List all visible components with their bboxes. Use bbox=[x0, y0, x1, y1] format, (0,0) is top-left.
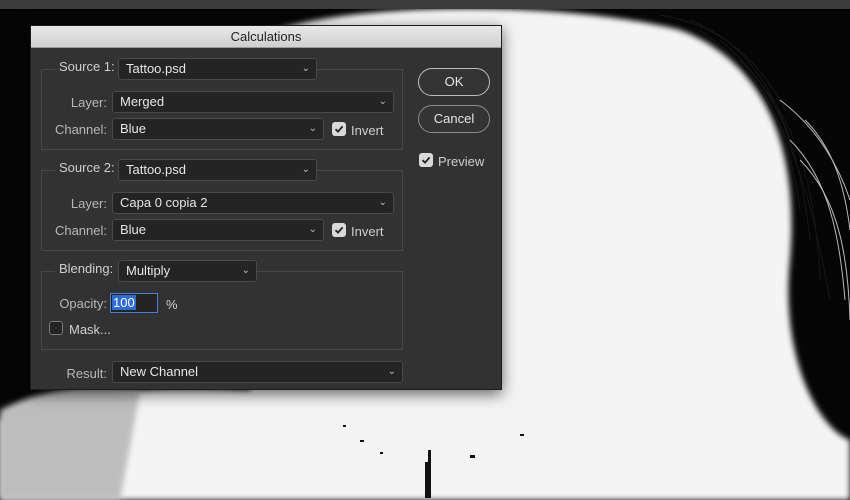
source2-layer-label: Layer: bbox=[70, 196, 107, 211]
source2-legend: Source 2: bbox=[55, 160, 119, 175]
source2-channel-value: Blue bbox=[120, 222, 147, 237]
source2-layer-select[interactable]: Capa 0 copia 2 ⌄ bbox=[112, 192, 394, 214]
source1-layer-label: Layer: bbox=[70, 95, 107, 110]
chevron-down-icon: ⌄ bbox=[301, 164, 310, 175]
chevron-down-icon: ⌄ bbox=[301, 63, 310, 74]
source1-channel-value: Blue bbox=[120, 121, 147, 136]
preview-label: Preview bbox=[438, 154, 485, 169]
checkmark-icon bbox=[334, 226, 344, 234]
source2-channel-select[interactable]: Blue ⌄ bbox=[112, 219, 324, 241]
result-label: Result: bbox=[66, 366, 107, 381]
source2-invert-label: Invert bbox=[351, 224, 384, 239]
source1-legend: Source 1: bbox=[55, 59, 119, 74]
ok-button[interactable]: OK bbox=[418, 68, 490, 96]
mask-checkbox[interactable] bbox=[49, 321, 63, 335]
calculations-dialog: Calculations Source 1: Tattoo.psd ⌄ Laye… bbox=[30, 25, 502, 390]
source1-select[interactable]: Tattoo.psd ⌄ bbox=[118, 58, 317, 80]
blending-label: Blending: bbox=[59, 261, 114, 276]
mask-label[interactable]: Mask... bbox=[69, 322, 111, 337]
source1-layer-select[interactable]: Merged ⌄ bbox=[112, 91, 394, 113]
opacity-value: 100 bbox=[112, 295, 136, 310]
blending-mode-select[interactable]: Multiply ⌄ bbox=[118, 260, 257, 282]
source1-label: Source 1: bbox=[59, 59, 115, 74]
source1-layer-value: Merged bbox=[120, 94, 165, 109]
chevron-down-icon: ⌄ bbox=[378, 96, 387, 107]
opacity-input[interactable]: 100 bbox=[110, 293, 158, 313]
source1-invert-label: Invert bbox=[351, 123, 384, 138]
source2-invert-checkbox[interactable] bbox=[332, 223, 346, 237]
source1-invert-checkbox[interactable] bbox=[332, 122, 346, 136]
opacity-label: Opacity: bbox=[59, 296, 107, 311]
checkmark-icon bbox=[421, 156, 431, 164]
chevron-down-icon: ⌄ bbox=[308, 224, 317, 235]
source1-channel-select[interactable]: Blue ⌄ bbox=[112, 118, 324, 140]
source2-value: Tattoo.psd bbox=[126, 162, 186, 177]
chevron-down-icon: ⌄ bbox=[378, 197, 387, 208]
result-value: New Channel bbox=[120, 364, 199, 379]
chevron-down-icon: ⌄ bbox=[387, 366, 396, 377]
source1-value: Tattoo.psd bbox=[126, 61, 186, 76]
source2-label: Source 2: bbox=[59, 160, 115, 175]
source2-channel-label: Channel: bbox=[54, 223, 107, 238]
source1-channel-label: Channel: bbox=[54, 122, 107, 137]
chevron-down-icon: ⌄ bbox=[241, 265, 250, 276]
blending-legend: Blending: bbox=[55, 261, 118, 276]
result-select[interactable]: New Channel ⌄ bbox=[112, 361, 403, 383]
chevron-down-icon: ⌄ bbox=[308, 123, 317, 134]
preview-checkbox[interactable] bbox=[419, 153, 433, 167]
source2-layer-value: Capa 0 copia 2 bbox=[120, 195, 208, 210]
opacity-percent: % bbox=[166, 297, 178, 312]
checkmark-icon bbox=[334, 125, 344, 133]
top-bar bbox=[0, 0, 850, 9]
blending-mode-value: Multiply bbox=[126, 263, 171, 278]
cancel-button[interactable]: Cancel bbox=[418, 105, 490, 133]
shoulder-region bbox=[0, 386, 140, 500]
source2-select[interactable]: Tattoo.psd ⌄ bbox=[118, 159, 317, 181]
dialog-title: Calculations bbox=[31, 26, 501, 48]
